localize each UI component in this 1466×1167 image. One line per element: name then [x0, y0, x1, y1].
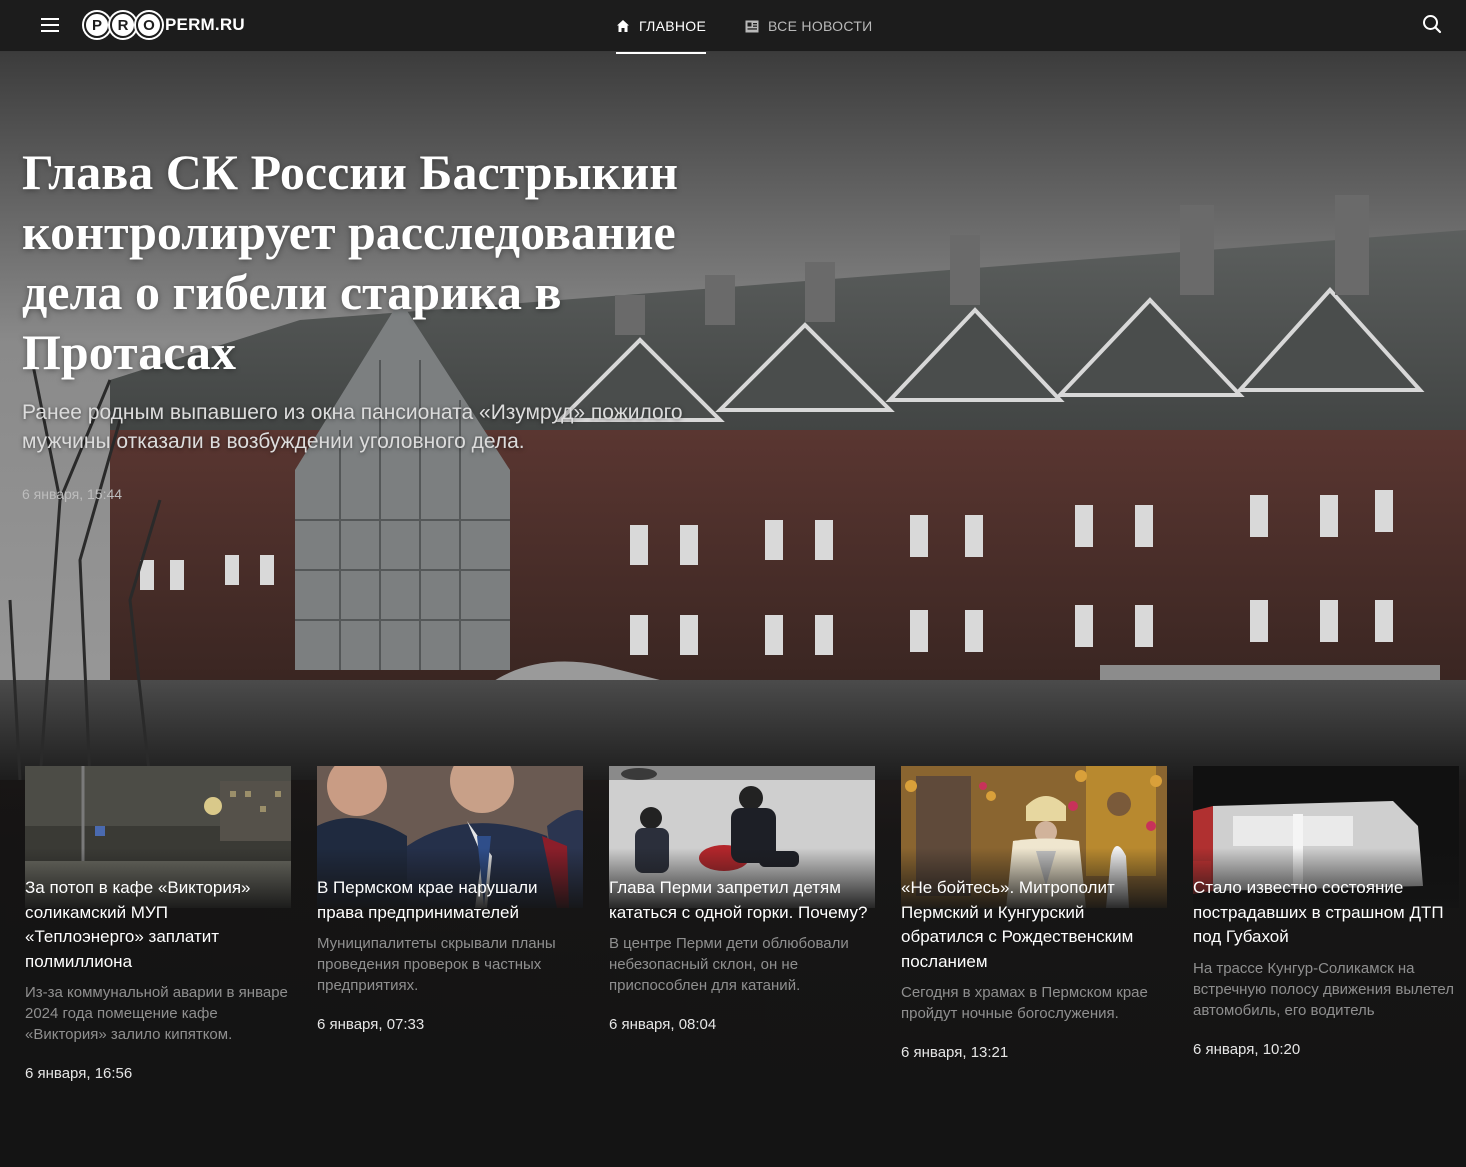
nav-tab-all-news[interactable]: ВСЕ НОВОСТИ — [745, 0, 873, 52]
home-icon — [617, 20, 629, 32]
news-card[interactable]: Стало известно состояние пострадавших в … — [1193, 766, 1459, 1082]
hero-photo — [0, 52, 1466, 780]
news-card-date: 6 января, 10:20 — [1193, 1040, 1301, 1058]
search-icon[interactable] — [1421, 13, 1443, 35]
news-card[interactable]: За потоп в кафе «Виктория» соликамский М… — [25, 766, 291, 1082]
news-card-title[interactable]: Глава Перми запретил детям кататься с од… — [609, 876, 875, 925]
news-card-title[interactable]: «Не бойтесь». Митрополит Пермский и Кунг… — [901, 876, 1167, 974]
hero-lead: Ранее родным выпавшего из окна пансионат… — [22, 401, 683, 453]
news-card[interactable]: В Пермском крае нарушали права предприни… — [317, 766, 583, 1082]
hero-headline[interactable]: Глава СК России Бастрыкин контролирует р… — [22, 142, 722, 382]
news-card-lead: На трассе Кунгур-Соликамск на встречную … — [1193, 959, 1455, 1019]
news-card-lead: В центре Перми дети облюбовали небезопас… — [609, 935, 849, 994]
nav-tab-main-label: ГЛАВНОЕ — [639, 18, 707, 34]
hero-date: 6 января, 15:44 — [22, 486, 123, 502]
news-card-date: 6 января, 07:33 — [317, 1016, 425, 1033]
nav-tab-main[interactable]: ГЛАВНОЕ — [616, 0, 707, 54]
news-card-date: 6 января, 16:56 — [25, 1065, 133, 1082]
news-card-lead: Муниципалитеты скрывали планы проведения… — [317, 935, 556, 994]
news-card-date: 6 января, 08:04 — [609, 1016, 717, 1033]
news-card-lead: Из-за коммунальной аварии в январе 2024 … — [25, 984, 288, 1043]
logo-letter-o: O — [136, 12, 162, 38]
site-logo[interactable]: P R O PERM.RU — [84, 10, 245, 40]
news-card[interactable]: «Не бойтесь». Митрополит Пермский и Кунг… — [901, 766, 1167, 1082]
news-card-date: 6 января, 13:21 — [901, 1044, 1009, 1061]
logo-letter-r: R — [110, 12, 136, 38]
news-card-title[interactable]: За потоп в кафе «Виктория» соликамский М… — [25, 876, 291, 974]
news-card[interactable]: Глава Перми запретил детям кататься с од… — [609, 766, 875, 1082]
news-card-title[interactable]: В Пермском крае нарушали права предприни… — [317, 876, 583, 925]
nav-tab-all-news-label: ВСЕ НОВОСТИ — [768, 18, 873, 34]
logo-letter-p: P — [84, 12, 110, 38]
newspaper-icon — [745, 20, 759, 32]
hamburger-menu-icon[interactable] — [38, 14, 62, 36]
news-card-title[interactable]: Стало известно состояние пострадавших в … — [1193, 876, 1459, 950]
news-cards-row: За потоп в кафе «Виктория» соликамский М… — [25, 766, 1459, 1082]
news-card-lead: Сегодня в храмах в Пермском крае пройдут… — [901, 984, 1148, 1022]
logo-text: PERM.RU — [165, 15, 245, 34]
top-navigation-bar: P R O PERM.RU ГЛАВНОЕ ВСЕ НОВОСТИ — [0, 0, 1466, 54]
